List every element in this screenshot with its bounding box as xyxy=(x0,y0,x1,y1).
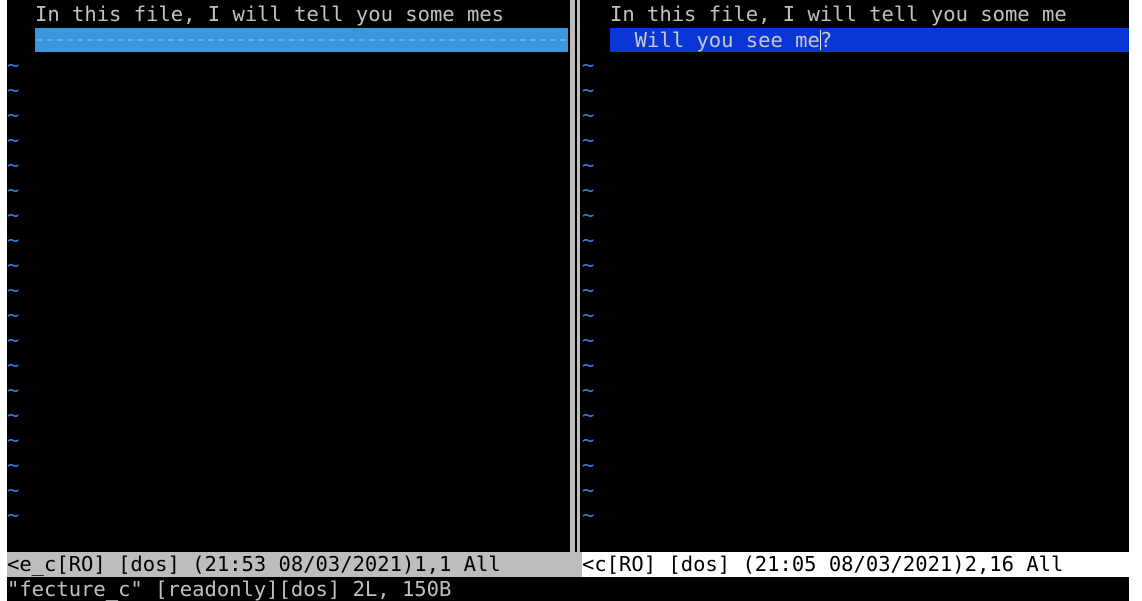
tilde-marker: ~ xyxy=(7,453,20,477)
vim-terminal[interactable]: In this file, I will tell you some mes ~… xyxy=(7,0,1129,601)
tilde-marker: ~ xyxy=(582,178,595,202)
status-line-left: <e_c[RO] [dos] (21:53 08/03/2021)1,1 All xyxy=(7,552,568,577)
status-line-right: <c[RO] [dos] (21:05 08/03/2021)2,16 All xyxy=(582,552,1129,577)
tilde-marker: ~ xyxy=(7,128,20,152)
file-first-line: In this file, I will tell you some mes xyxy=(35,2,504,26)
tilde-marker: ~ xyxy=(7,53,20,77)
tilde-marker: ~ xyxy=(7,103,20,127)
tilde-marker: ~ xyxy=(582,153,595,177)
tilde-marker: ~ xyxy=(7,253,20,277)
tilde-marker: ~ xyxy=(582,428,595,452)
command-line[interactable]: "fecture_c" [readonly][dos] 2L, 150B xyxy=(7,577,1129,601)
status-separator xyxy=(568,552,582,577)
tilde-marker: ~ xyxy=(7,178,20,202)
tilde-marker: ~ xyxy=(7,378,20,402)
tilde-marker: ~ xyxy=(582,103,595,127)
tilde-marker: ~ xyxy=(7,328,20,352)
tilde-marker: ~ xyxy=(7,278,20,302)
tilde-marker: ~ xyxy=(582,253,595,277)
tilde-marker: ~ xyxy=(7,428,20,452)
tilde-marker: ~ xyxy=(582,203,595,227)
tilde-marker: ~ xyxy=(582,53,595,77)
right-diff-pane[interactable]: In this file, I will tell you some me Wi… xyxy=(582,0,1129,552)
tilde-marker: ~ xyxy=(582,328,595,352)
tilde-marker: ~ xyxy=(582,278,595,302)
tilde-marker: ~ xyxy=(7,153,20,177)
tilde-marker: ~ xyxy=(582,403,595,427)
tilde-marker: ~ xyxy=(7,78,20,102)
tilde-marker: ~ xyxy=(7,403,20,427)
tilde-marker: ~ xyxy=(7,228,20,252)
left-diff-pane[interactable]: In this file, I will tell you some mes ~… xyxy=(7,0,568,552)
diff-deleted-filler-line xyxy=(35,28,568,52)
tilde-marker: ~ xyxy=(7,353,20,377)
tilde-marker: ~ xyxy=(582,378,595,402)
tilde-marker: ~ xyxy=(7,303,20,327)
tilde-marker: ~ xyxy=(7,503,20,527)
tilde-marker: ~ xyxy=(7,203,20,227)
file-first-line: In this file, I will tell you some me xyxy=(610,2,1067,26)
text-cursor xyxy=(820,30,821,50)
tilde-marker: ~ xyxy=(582,228,595,252)
tilde-marker: ~ xyxy=(582,78,595,102)
tilde-marker: ~ xyxy=(582,353,595,377)
tilde-marker: ~ xyxy=(582,503,595,527)
tilde-marker: ~ xyxy=(582,478,595,502)
tilde-marker: ~ xyxy=(582,128,595,152)
tilde-marker: ~ xyxy=(7,478,20,502)
tilde-marker: ~ xyxy=(582,303,595,327)
tilde-marker: ~ xyxy=(582,453,595,477)
diff-added-line: Will you see me? xyxy=(610,28,833,52)
vertical-split-separator[interactable] xyxy=(568,0,582,552)
